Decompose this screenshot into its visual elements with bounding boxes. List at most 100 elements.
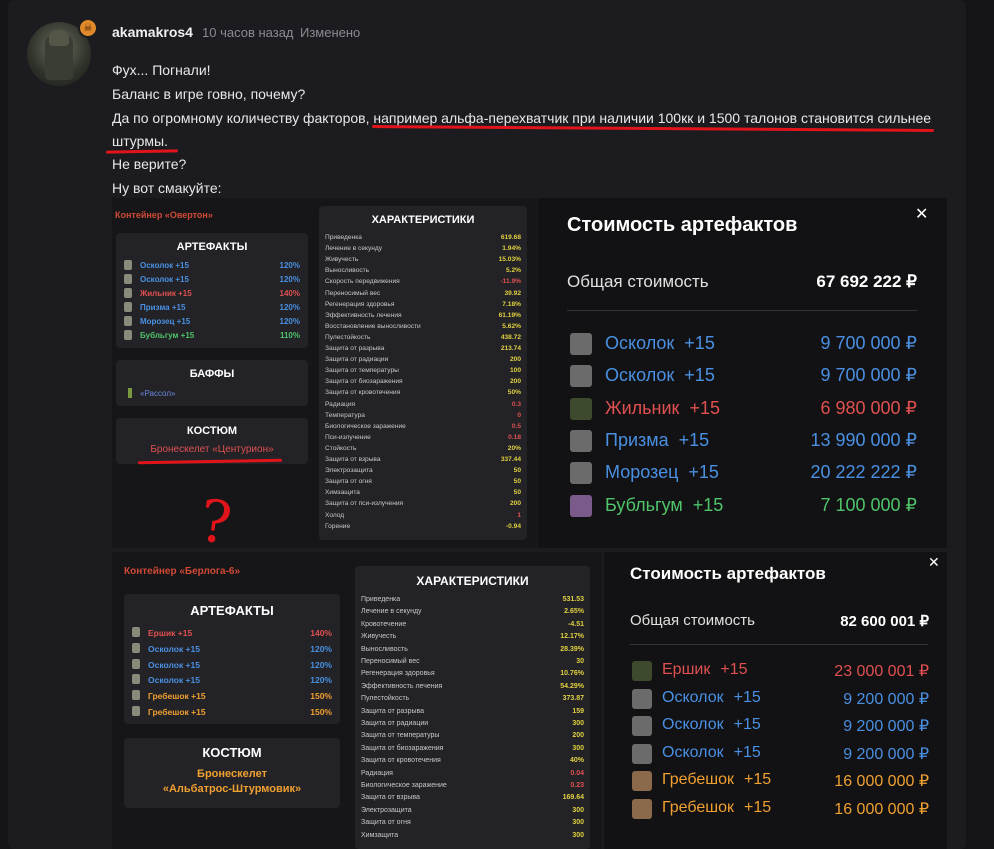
artifact-row: Осколок +15 120% bbox=[124, 673, 340, 687]
artifact-name: Осколок +15 bbox=[148, 675, 200, 686]
stat-row: Биологическое заражение 0.23 bbox=[361, 782, 584, 792]
stat-row: Защита от разрыва 213.74 bbox=[325, 345, 521, 355]
stat-name: Эффективность лечения bbox=[325, 311, 402, 319]
close-icon[interactable]: ✕ bbox=[915, 204, 928, 224]
artifacts-title: АРТЕФАКТЫ bbox=[176, 241, 248, 253]
urchin-icon bbox=[632, 661, 652, 681]
stat-name: Защита от разрыва bbox=[361, 707, 425, 715]
cost-name: Жильник +15 bbox=[605, 398, 720, 419]
cost-artifact-level: +15 bbox=[720, 661, 748, 678]
stat-row: Эффективность лечения 61.19% bbox=[325, 312, 521, 322]
artifact-percent: 150% bbox=[310, 707, 332, 717]
stat-name: Химзащита bbox=[325, 489, 360, 497]
artifact-icon bbox=[124, 288, 132, 298]
artifact-icon bbox=[124, 330, 132, 340]
buff-icon bbox=[128, 388, 132, 398]
cost-artifact-name: Призма bbox=[605, 429, 669, 450]
artifact-name: Осколок +15 bbox=[148, 659, 200, 670]
stat-value: 300 bbox=[572, 744, 584, 752]
artifact-name: Гребешок +15 bbox=[148, 707, 206, 717]
post-time[interactable]: 10 часов назад bbox=[202, 25, 294, 40]
cost-artifact-level: +15 bbox=[733, 688, 761, 706]
cost-value: 16 000 000 ₽ bbox=[834, 773, 929, 791]
cost-name: Гребешок +15 bbox=[662, 799, 771, 817]
artifact-percent: 140% bbox=[310, 628, 332, 638]
stat-name: Защита от радиации bbox=[361, 720, 429, 727]
stat-row: Кровотечение -4.51 bbox=[361, 621, 584, 631]
artifact-percent: 120% bbox=[310, 675, 332, 686]
stat-value: 0.18 bbox=[508, 433, 521, 441]
cost-row: Гребешок +15 16 000 000 ₽ bbox=[632, 799, 929, 823]
stat-value: 337.44 bbox=[500, 456, 521, 463]
cost-artifact-name: Морозец bbox=[605, 462, 679, 483]
cost-name: Гребешок +15 bbox=[662, 771, 771, 789]
stat-name: Температура bbox=[325, 411, 365, 419]
stat-row: Температура 0 bbox=[325, 412, 521, 422]
stat-row: Живучесть 15.03% bbox=[325, 256, 521, 266]
stat-row: Защита от взрыва 337.44 bbox=[325, 456, 521, 466]
stat-row: Защита от радиации 300 bbox=[361, 720, 584, 730]
stat-value: -11.9% bbox=[500, 278, 521, 286]
stat-row: Химзащита 50 bbox=[325, 489, 521, 499]
stat-value: 39.92 bbox=[504, 289, 521, 297]
artifact-percent: 110% bbox=[279, 331, 300, 340]
stat-name: Регенерация здоровья bbox=[361, 670, 435, 678]
cost-artifact-name: Ершик bbox=[662, 661, 711, 678]
artifact-name: Морозец +15 bbox=[140, 317, 191, 326]
stat-name: Переносимый вес bbox=[325, 289, 381, 297]
artifact-row: Ершик +15 140% bbox=[124, 626, 340, 640]
cost-artifact-name: Осколок bbox=[605, 333, 675, 353]
artifact-row: Осколок +15 120% bbox=[124, 658, 340, 672]
cost-value: 9 200 000 ₽ bbox=[843, 718, 929, 736]
stat-value: 50% bbox=[507, 389, 521, 397]
stat-name: Защита от кровотечения bbox=[361, 757, 441, 765]
artifact-name: Призма +15 bbox=[140, 303, 186, 312]
stat-value: 200 bbox=[509, 378, 521, 386]
cost-value: 6 980 000 ₽ bbox=[820, 397, 917, 418]
stat-value: 50 bbox=[513, 478, 521, 486]
stat-row: Переносимый вес 39.92 bbox=[325, 290, 521, 300]
stat-name: Пулестойкость bbox=[361, 695, 410, 703]
buffs-title: БАФФЫ bbox=[189, 368, 235, 380]
cost-artifact-name: Жильник bbox=[605, 397, 680, 418]
stat-name: Живучесть bbox=[325, 256, 359, 264]
stat-row: Защита от взрыва 169.64 bbox=[361, 794, 584, 804]
stat-value: 300 bbox=[572, 819, 584, 827]
artifact-percent: 120% bbox=[279, 275, 300, 284]
cost-value: 9 700 000 ₽ bbox=[820, 333, 917, 353]
bubblegum-icon bbox=[570, 494, 592, 517]
cost-name: Осколок +15 bbox=[662, 744, 761, 762]
cost-name: Осколок +15 bbox=[605, 365, 715, 386]
cost-row: Жильник +15 6 980 000 ₽ bbox=[570, 397, 917, 424]
stat-value: 61.19% bbox=[498, 311, 521, 319]
stat-row: Пулестойкость 373.87 bbox=[361, 695, 584, 705]
username[interactable]: akamakros4 bbox=[112, 24, 193, 40]
stat-row: Восстановление выносливости 5.62% bbox=[325, 323, 521, 333]
shard-icon bbox=[570, 333, 592, 355]
stat-row: Приведенка 531.53 bbox=[361, 596, 584, 606]
stat-row: Защита от кровотечения 40% bbox=[361, 757, 584, 767]
stat-name: Приведенка bbox=[325, 234, 362, 241]
stat-row: Защита от температуры 200 bbox=[361, 732, 584, 742]
stat-name: Холод bbox=[325, 511, 345, 519]
close-icon[interactable]: ✕ bbox=[928, 554, 940, 571]
screenshot-1-stats: Контейнер «Овертон» АРТЕФАКТЫ Осколок +1… bbox=[112, 198, 537, 548]
cost-name: Бубльгум +15 bbox=[605, 495, 723, 516]
screenshot-1-cost: Стоимость артефактов ✕ Общая стоимость 6… bbox=[538, 198, 947, 548]
stat-name: Химзащита bbox=[361, 831, 399, 839]
shard-icon bbox=[632, 716, 652, 737]
buff-name: «Рассол» bbox=[140, 389, 176, 398]
cost-name: Осколок +15 bbox=[662, 689, 761, 707]
cost-value: 23 000 001 ₽ bbox=[834, 663, 929, 680]
cost-value: 9 200 000 ₽ bbox=[843, 745, 929, 763]
artifact-percent: 120% bbox=[279, 261, 300, 270]
stat-row: Выносливость 5.2% bbox=[325, 267, 521, 277]
comb-icon bbox=[632, 799, 652, 819]
cost-value: 13 990 000 ₽ bbox=[810, 429, 917, 450]
stat-name: Регенерация здоровья bbox=[325, 300, 395, 308]
stat-row: Горение -0.94 bbox=[325, 523, 521, 533]
stat-row: Лечение в секунду 1.94% bbox=[325, 245, 521, 255]
cost-title: Стоимость артефактов bbox=[630, 564, 826, 583]
shard-icon bbox=[570, 365, 592, 388]
cost-artifact-name: Гребешок bbox=[662, 771, 734, 789]
